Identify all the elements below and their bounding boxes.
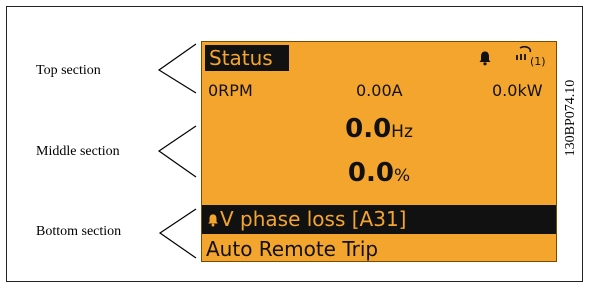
frequency-readout: 0.0Hz bbox=[202, 114, 556, 144]
frequency-unit: Hz bbox=[391, 122, 413, 142]
bell-icon bbox=[479, 51, 491, 66]
alarm-bar: V phase loss [A31] bbox=[202, 205, 556, 234]
top-bracket bbox=[157, 43, 197, 94]
percent-value: 0.0 bbox=[347, 158, 394, 188]
hand-badge: (1) bbox=[530, 55, 546, 68]
alarm-bell-icon bbox=[208, 214, 218, 227]
frequency-value: 0.0 bbox=[345, 114, 392, 144]
current-readout: 0.00A bbox=[356, 81, 403, 100]
bottom-bracket bbox=[158, 208, 197, 259]
status-title: Status bbox=[205, 45, 289, 71]
power-readout: 0.0kW bbox=[492, 81, 543, 100]
alarm-text: V phase loss [A31] bbox=[220, 207, 407, 231]
mode-text: Auto Remote Trip bbox=[206, 237, 379, 261]
percent-unit: % bbox=[393, 166, 411, 186]
figure-code: 130BP074.10 bbox=[563, 79, 578, 157]
middle-bracket bbox=[157, 125, 197, 178]
rpm-readout: 0RPM bbox=[208, 81, 253, 100]
percent-readout: 0.0% bbox=[202, 158, 556, 188]
lcp-display: Status (1) 0RPM 0.00A 0.0kW 0.0Hz 0.0% V… bbox=[201, 41, 557, 262]
hand-icon: (1) bbox=[512, 45, 552, 70]
